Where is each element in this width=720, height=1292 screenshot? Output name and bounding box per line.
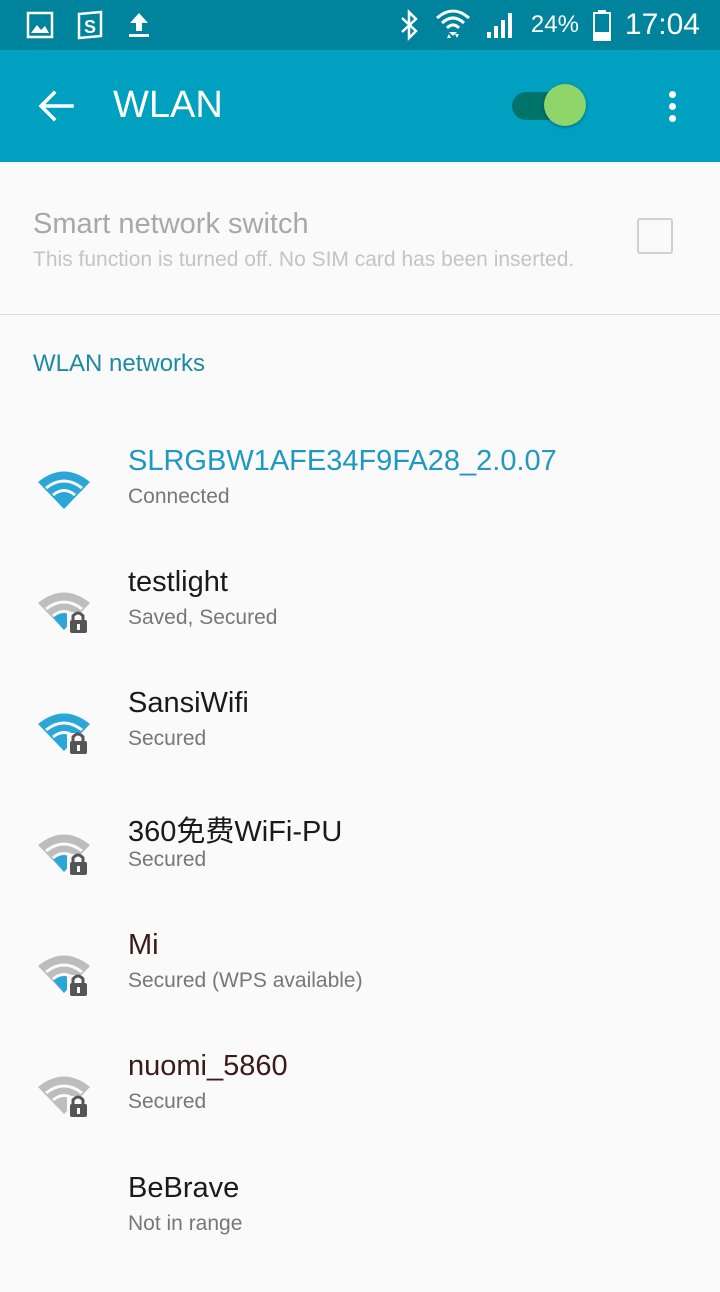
smart-switch-title: Smart network switch [33,208,309,240]
network-status: Not in range [128,1212,243,1235]
network-status: Secured (WPS available) [128,969,363,992]
network-status: Saved, Secured [128,606,278,629]
more-options-button[interactable] [652,86,692,130]
battery-percent: 24% [530,11,579,38]
s-app-icon: S [76,10,104,40]
network-name: nuomi_5860 [128,1050,288,1082]
wifi-weak-lock-icon [38,834,90,877]
status-clock: 17:04 [624,8,700,41]
network-item[interactable]: testlight Saved, Secured [0,566,720,686]
cell-signal-icon [485,10,517,40]
status-bar-system: 24% 17:04 [399,0,700,50]
wifi-full-icon [38,471,90,509]
network-status: Secured [128,848,207,871]
more-vert-icon [652,91,692,122]
network-name: 360免费WiFi-PU [128,816,343,848]
smart-switch-subtitle: This function is turned off. No SIM card… [33,248,575,271]
svg-text:S: S [84,17,96,37]
network-name: SLRGBW1AFE34F9FA28_2.0.07 [128,445,557,477]
back-button[interactable] [36,86,76,126]
network-status: Secured [128,1090,207,1113]
bluetooth-icon [399,9,421,41]
wlan-toggle[interactable] [510,84,590,128]
network-item[interactable]: BeBrave Not in range [0,1172,720,1292]
arrow-left-icon [38,90,74,122]
network-item[interactable]: 360免费WiFi-PU Secured [0,808,720,928]
smart-switch-checkbox[interactable] [637,218,673,254]
network-item[interactable]: SansiWifi Secured [0,687,720,807]
wifi-full-lock-icon [38,713,90,756]
network-name: BeBrave [128,1172,240,1204]
section-header: WLAN networks [33,350,206,377]
wifi-weak-lock-icon [38,1076,90,1119]
battery-icon [592,9,611,41]
network-item[interactable]: nuomi_5860 Secured [0,1050,720,1170]
status-bar-notifications: S [26,10,152,40]
divider [0,314,720,315]
network-status: Connected [128,485,230,508]
wifi-signal-icon [435,8,471,42]
toggle-thumb [544,84,586,126]
network-item[interactable]: SLRGBW1AFE34F9FA28_2.0.07 Connected [0,445,720,565]
status-bar: S 24% 17:04 [0,0,720,50]
wifi-weak-lock-icon [38,592,90,635]
network-name: Mi [128,929,159,961]
network-item[interactable]: Mi Secured (WPS available) [0,929,720,1049]
wifi-weak-lock-icon [38,955,90,998]
upload-icon [126,11,152,39]
smart-network-switch-row[interactable]: Smart network switch This function is tu… [0,162,720,314]
page-title: WLAN [113,84,223,126]
app-bar: WLAN [0,50,720,162]
gallery-icon [26,11,54,39]
network-status: Secured [128,727,207,750]
network-name: SansiWifi [128,687,249,719]
network-name: testlight [128,566,228,598]
